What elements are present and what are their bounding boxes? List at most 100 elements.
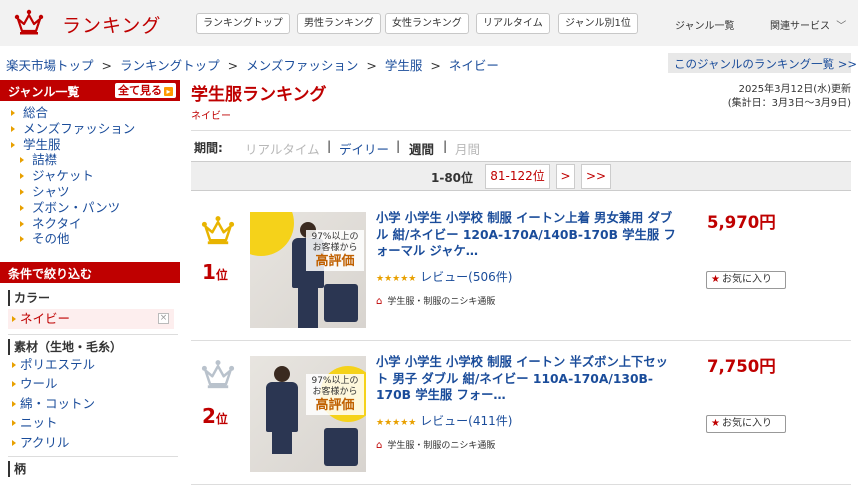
see-all-label: 全て見る (118, 84, 162, 97)
product-image[interactable]: 97%以上の お客様から 高評価 (250, 212, 366, 328)
star-icon: ★ (711, 274, 720, 285)
genre-item-necktie[interactable]: ネクタイ (0, 216, 180, 232)
filter-material-polyester[interactable]: ポリエステル (8, 355, 180, 375)
nav-male-ranking[interactable]: 男性ランキング (297, 13, 381, 34)
crown-logo-icon[interactable] (14, 9, 44, 35)
triangle-bullet-icon (11, 110, 15, 116)
rating-badge: 97%以上の お客様から 高評価 (306, 374, 364, 415)
triangle-bullet-icon (12, 400, 16, 407)
shop-name[interactable]: 学生服・制服のニシキ通販 (387, 441, 495, 451)
favorite-button[interactable]: ★ お気に入り (706, 271, 786, 289)
see-all-button[interactable]: 全て見る ▸ (115, 83, 176, 98)
filter-header: 条件で絞り込む (0, 262, 180, 284)
rank-value: 1 (202, 260, 216, 284)
filter-label: ポリエステル (20, 356, 96, 372)
triangle-bullet-icon (12, 439, 16, 446)
nav-related-services[interactable]: 関連サービス ﹀ (770, 17, 846, 32)
pagination: 1-80位 81-122位 > >> (191, 161, 851, 191)
rank-value: 2 (202, 404, 216, 428)
filter-title: 条件で絞り込む (8, 267, 93, 282)
triangle-bullet-icon (20, 173, 24, 180)
arrow-right-icon: ▸ (164, 87, 173, 96)
shop-name[interactable]: 学生服・制服のニシキ通販 (387, 297, 495, 307)
logo-text[interactable]: ランキング (62, 11, 161, 38)
filter-section-material: 素材（生地・毛糸） (8, 338, 180, 355)
home-icon: ⌂ (376, 440, 383, 451)
rank-suffix: 位 (215, 412, 228, 426)
product-image[interactable]: 97%以上の お客様から 高評価 (250, 356, 366, 472)
filter-material-knit[interactable]: ニット (8, 413, 180, 433)
period-realtime: リアルタイム (245, 142, 320, 157)
star-rating: ★★★★★ (376, 418, 417, 428)
genre-label: メンズファッション (23, 120, 136, 136)
product-price: 7,750円 (707, 357, 776, 376)
product-title[interactable]: 小学 小学生 小学校 制服 イートン 半ズボン上下セット 男子 ダブル 紺/ネイ… (376, 354, 676, 404)
period-monthly: 月間 (455, 142, 481, 157)
model-legs (272, 432, 292, 454)
ranking-item: 2位 97%以上の お客様から 高評価 小学 小学生 小学校 制服 イートン 半ズボ… (191, 352, 851, 480)
close-icon[interactable]: × (158, 313, 169, 325)
genre-label: 詰襟 (32, 152, 58, 168)
review-link[interactable]: レビュー(506件) (420, 270, 512, 284)
nav-genre-first[interactable]: ジャンル別1位 (558, 13, 638, 34)
triangle-bullet-icon (12, 361, 16, 368)
breadcrumb-sep: > (430, 58, 441, 73)
filter-material-wool[interactable]: ウール (8, 374, 180, 394)
model-body (266, 382, 298, 432)
period-daily[interactable]: デイリー (339, 139, 389, 158)
genre-item-shirt[interactable]: シャツ (0, 184, 180, 200)
nav-genre-list[interactable]: ジャンル一覧 (675, 17, 735, 32)
pager-last-button[interactable]: >> (581, 164, 611, 189)
breadcrumb-ranking-top[interactable]: ランキングトップ (120, 58, 220, 73)
product-title[interactable]: 小学 小学生 小学校 制服 イートン上着 男女兼用 ダブル 紺/ネイビー 120… (376, 210, 676, 260)
genre-item-school-uniform[interactable]: 学生服 (0, 137, 180, 153)
shop-line: ⌂ 学生服・制服のニシキ通販 (376, 294, 495, 307)
page-subtitle: ネイビー (191, 111, 231, 122)
triangle-bullet-icon (12, 420, 16, 427)
model-figure (264, 366, 300, 472)
filter-material-cotton[interactable]: 綿・コットン (8, 394, 180, 414)
genre-item-other[interactable]: その他 (0, 231, 180, 247)
genre-ranking-list-link[interactable]: このジャンルのランキング一覧 >> (668, 53, 857, 73)
nav-realtime[interactable]: リアルタイム (476, 13, 550, 34)
genre-item-tsumeeri[interactable]: 詰襟 (0, 152, 180, 168)
nav-ranking-top[interactable]: ランキングトップ (196, 13, 290, 34)
pager-next-button[interactable]: > (556, 164, 575, 189)
filter-label: 綿・コットン (20, 395, 96, 411)
filter-label: ウール (20, 376, 58, 392)
jacket-image (324, 284, 358, 322)
genre-item-overall[interactable]: 総合 (0, 105, 180, 121)
triangle-bullet-icon (20, 204, 24, 211)
review-line: ★★★★★ レビュー(506件) (376, 268, 512, 285)
filter-material-acrylic[interactable]: アクリル (8, 433, 180, 453)
nav-female-ranking[interactable]: 女性ランキング (385, 13, 469, 34)
product-price: 5,970円 (707, 213, 776, 232)
rating-badge: 97%以上の お客様から 高評価 (306, 230, 364, 271)
badge-mid: お客様から (312, 387, 358, 397)
crown-gold-icon (201, 216, 235, 245)
breadcrumb-rakuten-top[interactable]: 楽天市場トップ (6, 58, 94, 73)
pager-current-range: 1-80位 (431, 171, 474, 185)
genre-item-jacket[interactable]: ジャケット (0, 168, 180, 184)
pager-next-range[interactable]: 81-122位 (485, 164, 550, 189)
breadcrumb-sep: > (227, 58, 239, 73)
genre-item-mens-fashion[interactable]: メンズファッション (0, 121, 180, 137)
genre-list: 総合 メンズファッション 学生服 詰襟 ジャケット シャツ ズボン・パンツ ネク… (0, 101, 180, 247)
breadcrumb-mens-fashion[interactable]: メンズファッション (246, 58, 358, 73)
sidebar: ジャンル一覧 全て見る ▸ 総合 メンズファッション 学生服 詰襟 ジャケット シ… (0, 80, 180, 478)
favorite-button[interactable]: ★ お気に入り (706, 415, 786, 433)
breadcrumb-navy[interactable]: ネイビー (449, 58, 499, 73)
genre-item-pants[interactable]: ズボン・パンツ (0, 200, 180, 216)
genre-label: ネクタイ (32, 215, 82, 231)
period-weekly: 週間 (409, 142, 435, 157)
genre-label: その他 (32, 231, 70, 247)
genre-list-header: ジャンル一覧 全て見る ▸ (0, 80, 180, 101)
triangle-bullet-icon (11, 125, 15, 132)
review-link[interactable]: レビュー(411件) (420, 414, 512, 428)
genre-label: ジャケット (32, 168, 94, 184)
filter-color-navy[interactable]: ネイビー × (8, 309, 174, 329)
nav-related-label: 関連サービス (770, 21, 830, 32)
rank-number: 1位 (202, 260, 228, 284)
breadcrumb-school-uniform[interactable]: 学生服 (385, 58, 423, 73)
filter-label: ニット (20, 415, 58, 431)
